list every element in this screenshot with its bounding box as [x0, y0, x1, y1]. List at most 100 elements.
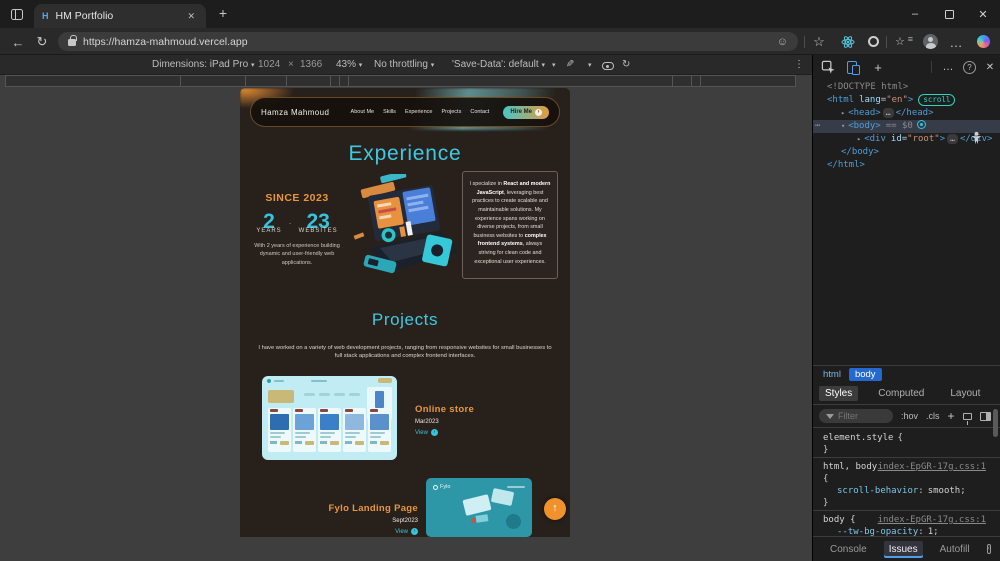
viewport-height-field[interactable]: 1366 [300, 59, 322, 70]
toggle-element-state-button[interactable]: :hov [901, 411, 918, 421]
minimize-button[interactable]: – [898, 0, 932, 28]
element-classes-button[interactable]: .cls [926, 411, 940, 421]
copilot-icon[interactable] [977, 35, 990, 48]
favorites-list-icon[interactable]: ☆ ≡ [894, 32, 914, 52]
react-devtools-extension-icon[interactable] [838, 32, 858, 52]
media-query-segment[interactable] [700, 75, 796, 87]
device-toolbar-menu-icon[interactable]: ⋮ [794, 59, 804, 70]
lock-icon [68, 35, 77, 47]
media-query-segment[interactable] [286, 75, 331, 87]
close-window-button[interactable]: ✕ [966, 0, 1000, 28]
media-query-segment[interactable] [348, 75, 673, 87]
address-bar[interactable]: ☺ [58, 32, 798, 51]
breadcrumb-body[interactable]: body [848, 368, 882, 381]
css-declaration[interactable]: --tw-bg-opacity: 1; [823, 526, 988, 536]
back-button[interactable]: ← [8, 32, 28, 52]
project-thumbnail-online-store[interactable] [262, 376, 397, 460]
collapsed-content-ellipsis[interactable]: … [947, 134, 958, 144]
accessibility-person-icon[interactable] [969, 131, 984, 149]
styles-filter-input[interactable] [838, 411, 884, 421]
eye-icon[interactable] [602, 62, 614, 70]
maximize-button[interactable] [932, 0, 966, 28]
drawer-tab-console[interactable]: Console [825, 541, 872, 558]
hire-me-button[interactable]: Hire Me › [503, 105, 549, 119]
favorites-star-icon[interactable]: ☆ [809, 32, 829, 52]
dock-drawer-icon[interactable]: ‹ [986, 544, 991, 554]
new-style-rule-button[interactable]: + [948, 410, 955, 422]
nav-link-about-me[interactable]: About Me [351, 109, 375, 115]
more-options-caret[interactable]: ▾ [552, 59, 556, 70]
scroll-badge[interactable]: scroll [918, 94, 956, 106]
drawer-tab-issues[interactable]: Issues [883, 540, 923, 558]
new-tab-button[interactable]: + [212, 4, 234, 24]
mock-product-card [268, 408, 291, 452]
rendering-emulation-icon[interactable] [962, 412, 972, 425]
project-view-link[interactable]: View › [415, 429, 474, 436]
tab-computed[interactable]: Computed [872, 386, 930, 401]
site-logo[interactable]: Hamza Mahmoud [261, 108, 345, 117]
viewport-width-field[interactable]: 1024 [258, 59, 280, 70]
devtools-help-icon[interactable]: ? [963, 61, 976, 74]
nav-link-contact[interactable]: Contact [470, 109, 489, 115]
project-details-online-store: Online store Mar2023 View › [415, 404, 474, 436]
nav-link-projects[interactable]: Projects [441, 109, 461, 115]
tab-styles[interactable]: Styles [819, 386, 859, 401]
media-query-segment[interactable] [5, 75, 181, 87]
nav-link-skills[interactable]: Skills [383, 109, 396, 115]
devtools-close-icon[interactable]: ✕ [981, 59, 999, 75]
zoom-level: 43% [336, 59, 357, 70]
stylesheet-source-link[interactable]: index-EpGR-17g.css:1 [878, 461, 986, 473]
project-view-link[interactable]: View › [270, 528, 418, 535]
dom-node-head[interactable]: ▸ <head>… </head> [813, 107, 1000, 120]
extension-icon[interactable] [868, 36, 879, 47]
zoom-select[interactable]: 43% ▾ [336, 59, 362, 70]
scroll-to-top-button[interactable]: ↑ [544, 498, 566, 520]
tab-layout[interactable]: Layout [944, 386, 986, 401]
media-query-bar[interactable] [5, 75, 796, 87]
media-query-segment[interactable] [180, 75, 246, 87]
throttling-select[interactable]: No throttling ▾ [374, 59, 434, 70]
eyedropper-icon[interactable]: ✎ [566, 59, 574, 70]
dom-node-html[interactable]: <html lang="en"> scroll [813, 94, 1000, 107]
active-tab[interactable]: H HM Portfolio ✕ [34, 4, 206, 28]
dom-node-doctype[interactable]: <!DOCTYPE html> [813, 81, 1000, 94]
expanded-arrow-icon[interactable]: ▾ [841, 122, 845, 130]
feedback-smiley-icon[interactable]: ☺ [777, 36, 788, 48]
refresh-button[interactable]: ↻ [32, 32, 52, 52]
gutter-dots-icon[interactable]: ⋯ [815, 120, 821, 133]
device-select[interactable]: Dimensions: iPad Pro ▾ [152, 59, 254, 70]
element-badge-icon[interactable] [916, 120, 926, 129]
more-tabs-button[interactable]: + [869, 59, 887, 75]
collapsed-content-ellipsis[interactable]: … [882, 108, 894, 118]
media-query-segment[interactable] [672, 75, 692, 87]
window-controls: – ✕ [898, 0, 1000, 28]
style-rule-html-body[interactable]: html, body index-EpGR-17g.css:1 [823, 461, 988, 473]
style-rule-element[interactable]: element.style{ [823, 432, 988, 444]
tab-close-icon[interactable]: ✕ [184, 10, 198, 23]
breadcrumb-html[interactable]: html [823, 369, 841, 380]
save-data-select[interactable]: 'Save-Data': default ▾ [452, 59, 545, 70]
drawer-tab-autofill[interactable]: Autofill [935, 541, 975, 558]
media-query-segment[interactable] [245, 75, 287, 87]
tab-actions-icon[interactable] [6, 4, 28, 24]
view-arrow-icon: › [411, 528, 418, 535]
collapsed-arrow-icon[interactable]: ▸ [841, 109, 845, 117]
inspect-element-icon[interactable] [819, 59, 837, 75]
stylesheet-source-link[interactable]: index-EpGR-17g.css:1 [878, 514, 986, 526]
dom-node-html-close[interactable]: </html> [813, 159, 1000, 172]
collapsed-arrow-icon[interactable]: ▸ [857, 135, 861, 143]
rotate-device-icon[interactable]: ↻ [622, 59, 630, 70]
css-declaration[interactable]: scroll-behavior: smooth; [823, 485, 988, 497]
sidebar-toggle-icon[interactable] [979, 411, 991, 421]
nav-link-experience[interactable]: Experience [405, 109, 433, 115]
card-text: I specialize in [469, 181, 504, 187]
chevron-down-icon: ▾ [588, 62, 592, 69]
vision-deficiency-caret[interactable]: ▾ [588, 59, 592, 70]
style-rule-body[interactable]: body { index-EpGR-17g.css:1 [823, 514, 988, 526]
project-thumbnail-fylo[interactable]: Fylo [426, 478, 532, 537]
devtools-more-options-icon[interactable]: … [939, 59, 957, 75]
profile-avatar[interactable] [923, 34, 938, 49]
settings-more-icon[interactable]: … [946, 32, 966, 52]
url-input[interactable] [83, 35, 770, 48]
device-toolbar-toggle-icon[interactable] [843, 59, 861, 75]
